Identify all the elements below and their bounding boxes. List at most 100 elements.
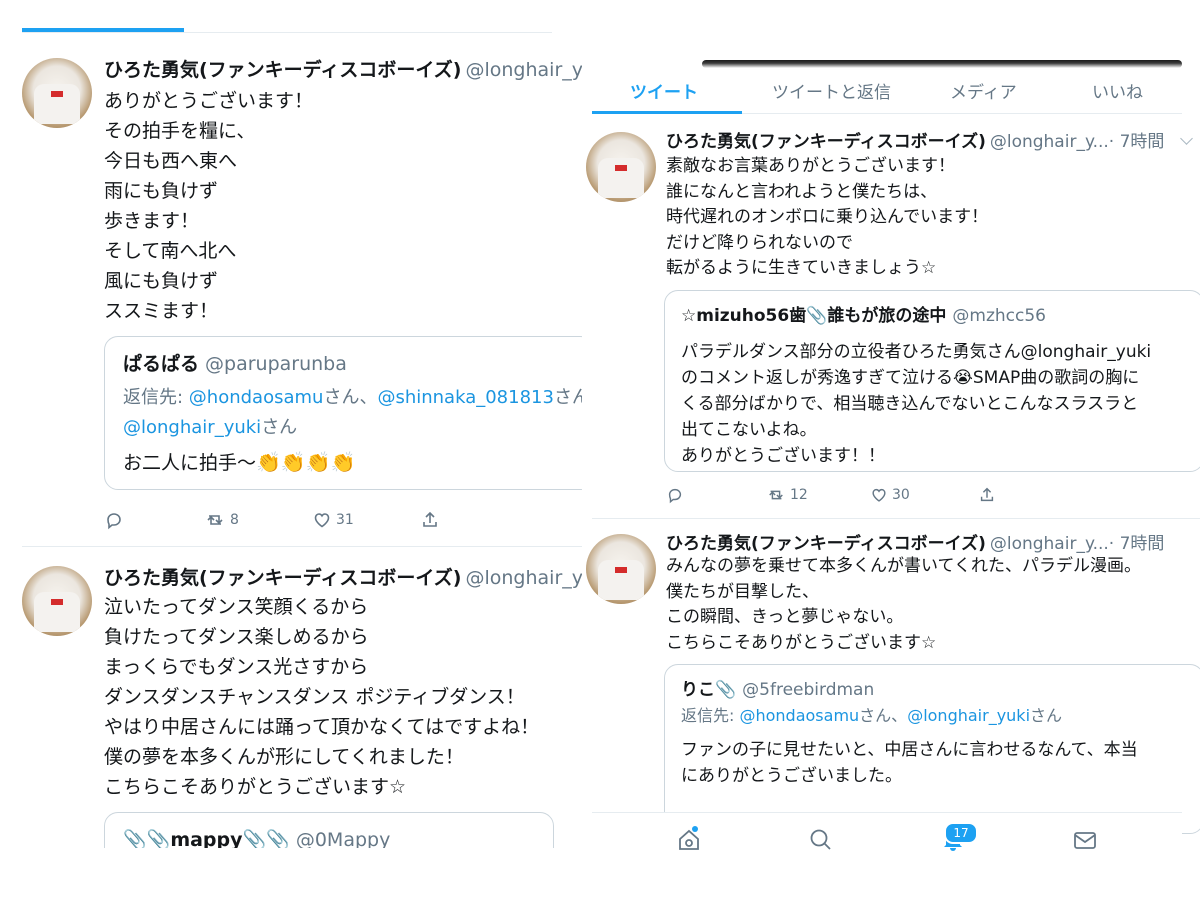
clap-emoji: 👏👏👏👏 [256, 450, 356, 474]
reply-icon [107, 513, 121, 530]
left-timeline-screenshot: ひろた勇気(ファンキーディスコボーイズ)@longhair_y... ありがとう… [0, 0, 582, 900]
tweet-line: だけど降りられないので [666, 232, 853, 253]
display-name[interactable]: ひろた勇気(ファンキーディスコボーイズ) [104, 59, 461, 81]
heart-icon [314, 513, 330, 528]
tweet-line: そして南へ北へ [104, 240, 237, 262]
tab-media[interactable]: メディア [950, 78, 1017, 103]
reply-icon [668, 488, 682, 504]
display-name[interactable]: ひろた勇気(ファンキーディスコボーイズ) [666, 132, 986, 152]
quoted-user-handle: @5freebirdman [742, 680, 875, 700]
mention-link[interactable]: @hondaosamu [739, 706, 859, 725]
avatar[interactable] [586, 132, 656, 202]
mention-link[interactable]: @hondaosamu [189, 387, 324, 408]
user-handle[interactable]: @longhair_y... [465, 567, 582, 589]
like-button[interactable]: 31 [312, 510, 420, 530]
timestamp[interactable]: · 7時間 [1109, 534, 1165, 554]
retweet-icon [207, 515, 223, 525]
messages-button[interactable] [1072, 827, 1098, 857]
mention-link[interactable]: @shinnaka_081813 [377, 387, 553, 408]
reply-button[interactable] [104, 510, 204, 530]
tweet-line: 僕の夢を本多くんが形にしてくれました！ [104, 746, 464, 768]
bottom-navigation-bar [592, 812, 1182, 872]
display-name[interactable]: ひろた勇気(ファンキーディスコボーイズ) [666, 534, 986, 554]
tweet-header: ひろた勇気(ファンキーディスコボーイズ) @longhair_y...· 7時間 [666, 130, 1164, 154]
quoted-tweet[interactable]: ぱるぱる @paruparunba 返信先: @hondaosamuさん、@shi… [104, 336, 582, 490]
tweet-line: この瞬間、きっと夢じゃない。 [666, 607, 904, 627]
quoted-line: くる部分ばかりで、相当聴き込んでないとこんなスラスラと [681, 394, 1139, 414]
quoted-tweet[interactable]: ☆mizuho56歯📎誰もが旅の途中 @mzhcc56 パラデルダンス部分の立役者… [664, 290, 1200, 472]
timestamp[interactable]: · 7時間 [1109, 132, 1165, 152]
user-handle[interactable]: @longhair_y... [990, 534, 1109, 554]
quoted-display-name: ☆mizuho56歯📎誰もが旅の途中 [681, 306, 947, 326]
home-button[interactable] [676, 827, 702, 857]
like-button[interactable]: 30 [870, 486, 978, 504]
retweet-count: 8 [230, 512, 239, 528]
right-profile-screenshot: ツイート ツイートと返信 メディア いいね ひろた勇気(ファンキーディスコボーイ… [582, 0, 1200, 900]
user-handle[interactable]: @longhair_y... [990, 132, 1109, 152]
quoted-user-handle: @mzhcc56 [952, 306, 1046, 326]
active-tab-indicator [592, 111, 742, 114]
quoted-tweet-header: ぱるぱる @paruparunba [123, 351, 582, 377]
quoted-line: ファンの子に見せたいと、中居さんに言わせるなんて、本当 [681, 740, 1138, 760]
retweet-icon [769, 490, 783, 500]
tweet-text: みんなの夢を乗せて本多くんが書いてくれた、パラデル漫画。 僕たちが目撃した、 こ… [666, 554, 1141, 656]
tweet-line: こちらこそありがとうございます☆ [104, 776, 407, 798]
reply-to-line: 返信先: @hondaosamuさん、@shinnaka_081813さん、 [123, 383, 582, 413]
search-icon [810, 829, 831, 850]
share-button[interactable] [420, 510, 440, 530]
tab-tweets[interactable]: ツイート [630, 78, 698, 103]
tweet-line: 転がるように生きていきましょう☆ [666, 258, 937, 278]
divider [22, 546, 582, 547]
reply-prefix: 返信先: [681, 706, 740, 725]
tweet-line: 負けたってダンス楽しめるから [104, 626, 369, 648]
tweet-text: ありがとうございます！ その拍手を糧に、 今日も西へ東へ 雨にも負けず 歩きます… [104, 86, 313, 326]
share-button[interactable] [978, 486, 996, 504]
tweet-line: ダンスダンスチャンスダンス ポジティブダンス！ [104, 686, 525, 708]
quoted-tweet-header: ☆mizuho56歯📎誰もが旅の途中 @mzhcc56 [681, 303, 1200, 329]
tab-likes[interactable]: いいね [1092, 78, 1143, 103]
quoted-line: 出てこないよね。 [681, 420, 817, 440]
quoted-tweet-header: りこ📎 @5freebirdman [681, 677, 1200, 703]
tweet-line: やはり中居さんには踊って頂かなくてはですよね！ [104, 716, 540, 738]
mail-icon [1074, 832, 1096, 849]
quoted-user-handle: @paruparunba [205, 353, 347, 375]
user-handle[interactable]: @longhair_y... [465, 59, 582, 81]
reply-to-line: 返信先: @hondaosamuさん、@longhair_yukiさん [681, 703, 1200, 729]
share-icon [423, 511, 437, 527]
tweet-actions: 8 31 [104, 510, 440, 530]
divider [592, 518, 1200, 519]
avatar[interactable] [586, 534, 656, 604]
quoted-text-content: お二人に拍手〜 [123, 452, 257, 474]
crop-mask [0, 848, 582, 900]
reply-button[interactable] [666, 486, 766, 504]
quoted-line: パラデルダンス部分の立役者ひろた勇気さん@longhair_yuki [681, 342, 1152, 362]
avatar[interactable] [22, 566, 92, 636]
quoted-line: にありがとうございました。 [681, 766, 902, 786]
chevron-down-icon[interactable] [1180, 132, 1193, 145]
share-icon [980, 487, 994, 502]
like-count: 30 [892, 487, 910, 503]
display-name[interactable]: ひろた勇気(ファンキーディスコボーイズ) [104, 567, 461, 589]
tweet-line: 泣いたってダンス笑顔くるから [104, 596, 369, 618]
tab-tweets-and-replies[interactable]: ツイートと返信 [772, 78, 891, 103]
quoted-text: お二人に拍手〜👏👏👏👏 [123, 449, 582, 476]
mention-link[interactable]: @longhair_yuki [123, 417, 261, 438]
reply-separator: さん、 [553, 387, 582, 408]
reply-suffix: さん [261, 417, 298, 438]
quoted-display-name: りこ📎 [681, 680, 737, 700]
reply-to-line: @longhair_yukiさん [123, 413, 582, 443]
tweet-line: ありがとうございます！ [104, 90, 314, 112]
search-button[interactable] [808, 827, 834, 857]
retweet-button[interactable]: 12 [766, 486, 870, 504]
quoted-display-name: ぱるぱる [123, 353, 200, 375]
tweet-line: みんなの夢を乗せて本多くんが書いてくれた、パラデル漫画。 [666, 556, 1141, 576]
tweet-line: 風にも負けず [104, 270, 219, 292]
home-icon [679, 829, 699, 850]
mention-link[interactable]: @longhair_yuki [907, 706, 1030, 725]
quoted-line: ありがとうございます！！ [681, 446, 885, 466]
notification-badge: 17 [944, 822, 978, 844]
avatar[interactable] [22, 58, 92, 128]
retweet-button[interactable]: 8 [204, 510, 312, 530]
quoted-tweet[interactable]: りこ📎 @5freebirdman 返信先: @hondaosamuさん、@lon… [664, 664, 1200, 834]
tweet-actions: 12 30 [666, 486, 996, 504]
